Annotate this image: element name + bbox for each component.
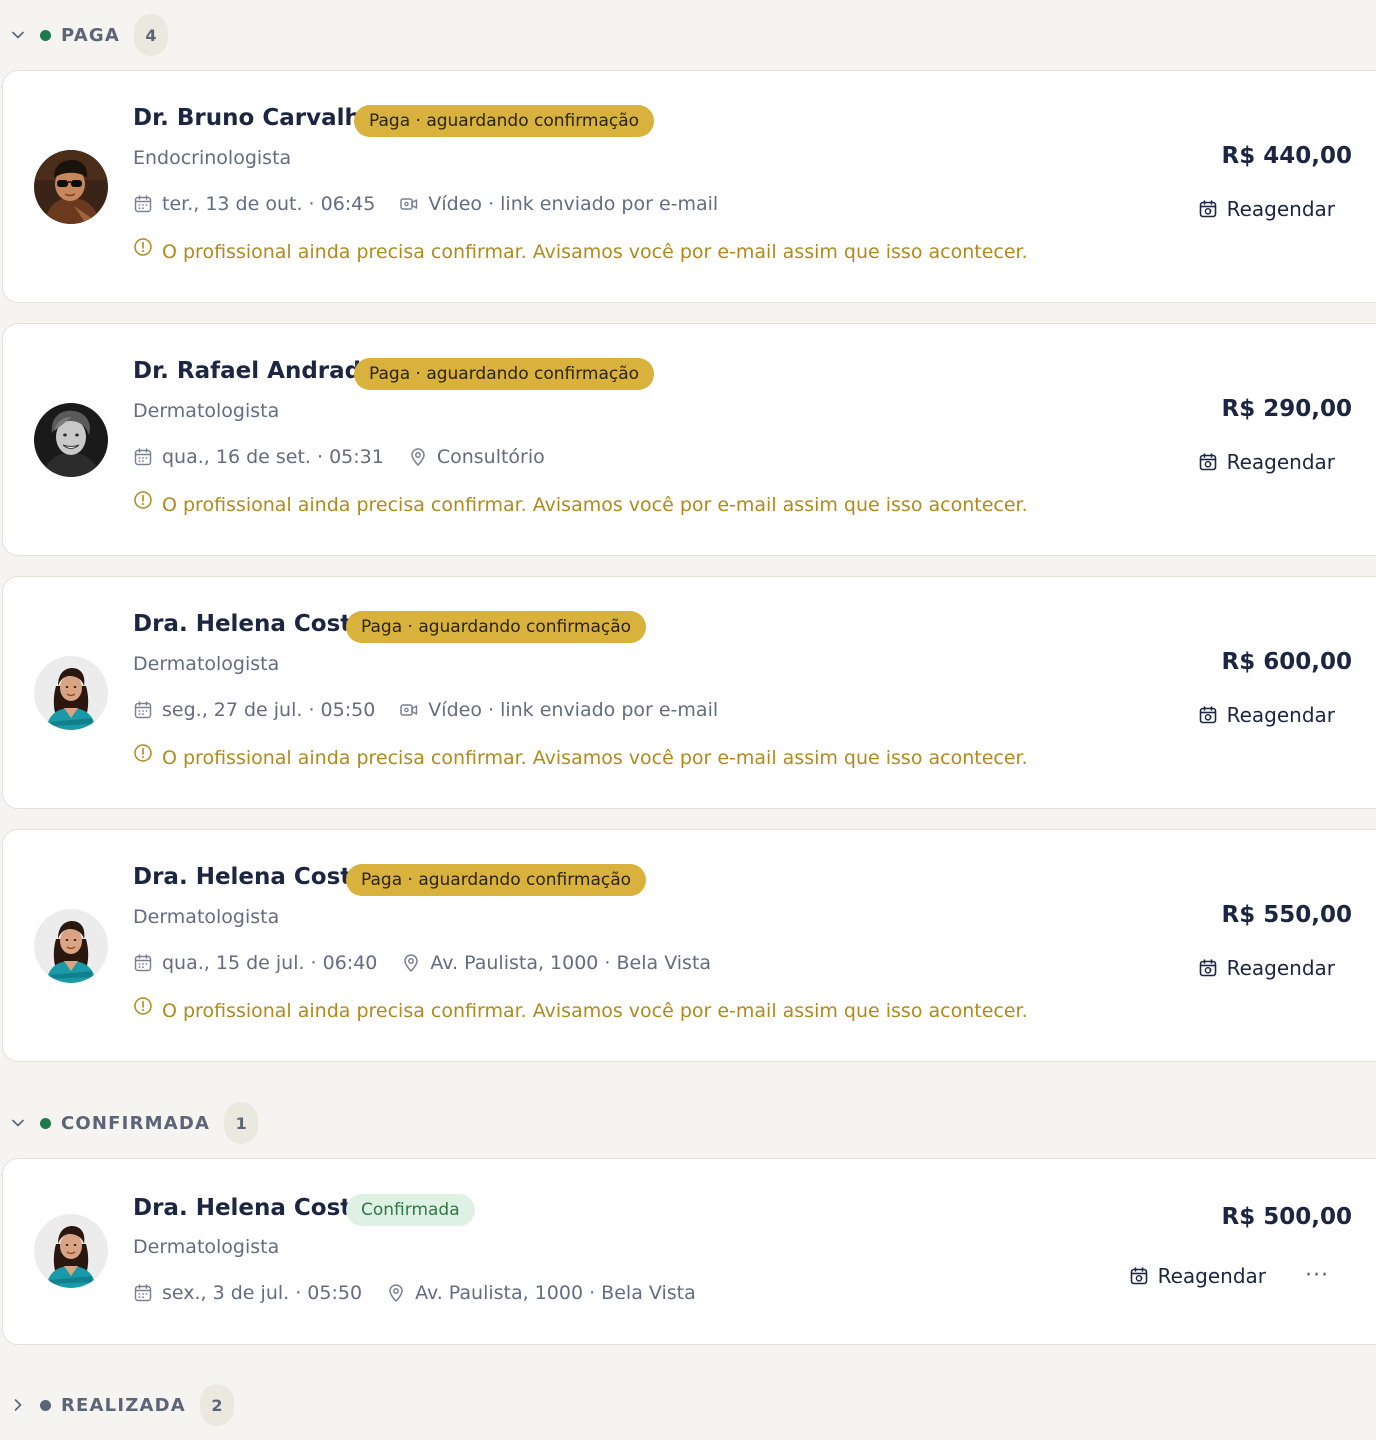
group-count-badge: 4: [133, 14, 168, 56]
notice-text: O profissional ainda precisa confirmar. …: [162, 747, 1028, 769]
status-badge: Paga · aguardando confirmação: [354, 105, 655, 137]
reschedule-label: Reagendar: [1226, 703, 1335, 727]
appointment-meta: qua., 16 de set. · 05:31 Consultório: [133, 446, 545, 468]
calendar-reschedule-icon: [1198, 452, 1218, 472]
group-header-realizada[interactable]: REALIZADA 2: [0, 1383, 234, 1427]
appointment-meta: ter., 13 de out. · 06:45 Vídeo · link en…: [133, 193, 718, 215]
alert-circle-icon: [133, 996, 153, 1016]
group-count-badge: 1: [224, 1102, 259, 1144]
map-pin-icon: [408, 447, 428, 467]
appointment-datetime: sex., 3 de jul. · 05:50: [162, 1282, 363, 1304]
group-label: REALIZADA: [61, 1394, 186, 1416]
avatar: [34, 150, 108, 224]
alert-circle-icon: [133, 237, 153, 257]
notice-text: O profissional ainda precisa confirmar. …: [162, 1000, 1028, 1022]
map-pin-icon: [386, 1283, 406, 1303]
calendar-reschedule-icon: [1198, 199, 1218, 219]
status-badge: Paga · aguardando confirmação: [354, 358, 655, 390]
chevron-right-icon[interactable]: [10, 1397, 26, 1413]
calendar-icon: [133, 194, 153, 214]
doctor-name: Dra. Helena Costa: [133, 864, 367, 890]
video-icon: [399, 700, 419, 720]
doctor-specialty: Dermatologista: [133, 653, 280, 675]
appointment-datetime: ter., 13 de out. · 06:45: [162, 193, 376, 215]
doctor-name: Dr. Rafael Andrade: [133, 358, 377, 384]
appointment-price: R$ 290,00: [1221, 396, 1352, 422]
doctor-specialty: Endocrinologista: [133, 147, 292, 169]
avatar: [34, 656, 108, 730]
appointment-card: Dra. Helena Costa Paga · aguardando conf…: [2, 576, 1376, 809]
map-pin-icon: [401, 953, 421, 973]
status-dot-icon: [40, 1117, 51, 1129]
notice-text: O profissional ainda precisa confirmar. …: [162, 241, 1028, 263]
reschedule-button[interactable]: Reagendar: [1198, 450, 1335, 474]
reschedule-button[interactable]: Reagendar: [1198, 703, 1335, 727]
group-label: CONFIRMADA: [61, 1112, 211, 1134]
pending-notice: O profissional ainda precisa confirmar. …: [133, 996, 1028, 1022]
appointment-meta: sex., 3 de jul. · 05:50 Av. Paulista, 10…: [133, 1282, 696, 1304]
appointment-price: R$ 550,00: [1221, 902, 1352, 928]
doctor-name: Dra. Helena Costa: [133, 1195, 367, 1221]
pending-notice: O profissional ainda precisa confirmar. …: [133, 237, 1028, 263]
appointment-card: Dra. Helena Costa Paga · aguardando conf…: [2, 829, 1376, 1062]
appointment-location: Vídeo · link enviado por e-mail: [428, 699, 719, 721]
appointment-meta: qua., 15 de jul. · 06:40 Av. Paulista, 1…: [133, 952, 711, 974]
avatar: [34, 1214, 108, 1288]
appointment-location: Av. Paulista, 1000 · Bela Vista: [430, 952, 712, 974]
status-badge: Paga · aguardando confirmação: [346, 611, 647, 643]
group-header-paga[interactable]: PAGA 4: [0, 13, 168, 57]
doctor-specialty: Dermatologista: [133, 400, 280, 422]
calendar-reschedule-icon: [1198, 958, 1218, 978]
calendar-reschedule-icon: [1198, 705, 1218, 725]
more-options-icon[interactable]: ···: [1305, 1263, 1329, 1288]
doctor-name: Dr. Bruno Carvalho: [133, 105, 377, 131]
avatar: [34, 403, 108, 477]
alert-circle-icon: [133, 743, 153, 763]
appointment-meta: seg., 27 de jul. · 05:50 Vídeo · link en…: [133, 699, 718, 721]
appointment-price: R$ 500,00: [1221, 1204, 1352, 1230]
doctor-specialty: Dermatologista: [133, 1236, 280, 1258]
appointment-datetime: qua., 16 de set. · 05:31: [162, 446, 384, 468]
calendar-icon: [133, 953, 153, 973]
reschedule-label: Reagendar: [1157, 1264, 1266, 1288]
doctor-specialty: Dermatologista: [133, 906, 280, 928]
appointment-location: Av. Paulista, 1000 · Bela Vista: [415, 1282, 696, 1304]
doctor-name: Dra. Helena Costa: [133, 611, 367, 637]
reschedule-button[interactable]: Reagendar: [1198, 956, 1335, 980]
reschedule-label: Reagendar: [1226, 450, 1335, 474]
calendar-icon: [133, 700, 153, 720]
appointment-location: Consultório: [436, 446, 545, 468]
video-icon: [399, 194, 419, 214]
pending-notice: O profissional ainda precisa confirmar. …: [133, 743, 1028, 769]
status-badge: Paga · aguardando confirmação: [346, 864, 647, 896]
appointment-price: R$ 440,00: [1221, 143, 1352, 169]
appointment-datetime: qua., 15 de jul. · 06:40: [162, 952, 378, 974]
group-label: PAGA: [61, 24, 120, 46]
notice-text: O profissional ainda precisa confirmar. …: [162, 494, 1028, 516]
chevron-down-icon[interactable]: [10, 1115, 26, 1131]
appointment-card: Dr. Bruno Carvalho Paga · aguardando con…: [2, 70, 1376, 303]
appointment-location: Vídeo · link enviado por e-mail: [428, 193, 719, 215]
reschedule-button[interactable]: Reagendar: [1198, 197, 1335, 221]
appointment-price: R$ 600,00: [1221, 649, 1352, 675]
reschedule-label: Reagendar: [1226, 956, 1335, 980]
calendar-reschedule-icon: [1129, 1266, 1149, 1286]
group-header-confirmada[interactable]: CONFIRMADA 1: [0, 1101, 259, 1145]
avatar: [34, 909, 108, 983]
reschedule-button[interactable]: Reagendar: [1129, 1264, 1266, 1288]
chevron-down-icon[interactable]: [10, 27, 26, 43]
status-dot-icon: [40, 29, 51, 41]
group-count-badge: 2: [199, 1384, 234, 1426]
calendar-icon: [133, 1283, 153, 1303]
pending-notice: O profissional ainda precisa confirmar. …: [133, 490, 1028, 516]
appointment-card: Dr. Rafael Andrade Paga · aguardando con…: [2, 323, 1376, 556]
status-badge: Confirmada: [346, 1194, 475, 1226]
appointment-datetime: seg., 27 de jul. · 05:50: [162, 699, 376, 721]
alert-circle-icon: [133, 490, 153, 510]
appointment-card: Dra. Helena Costa Confirmada Dermatologi…: [2, 1158, 1376, 1345]
calendar-icon: [133, 447, 153, 467]
status-dot-icon: [40, 1399, 51, 1411]
reschedule-label: Reagendar: [1226, 197, 1335, 221]
